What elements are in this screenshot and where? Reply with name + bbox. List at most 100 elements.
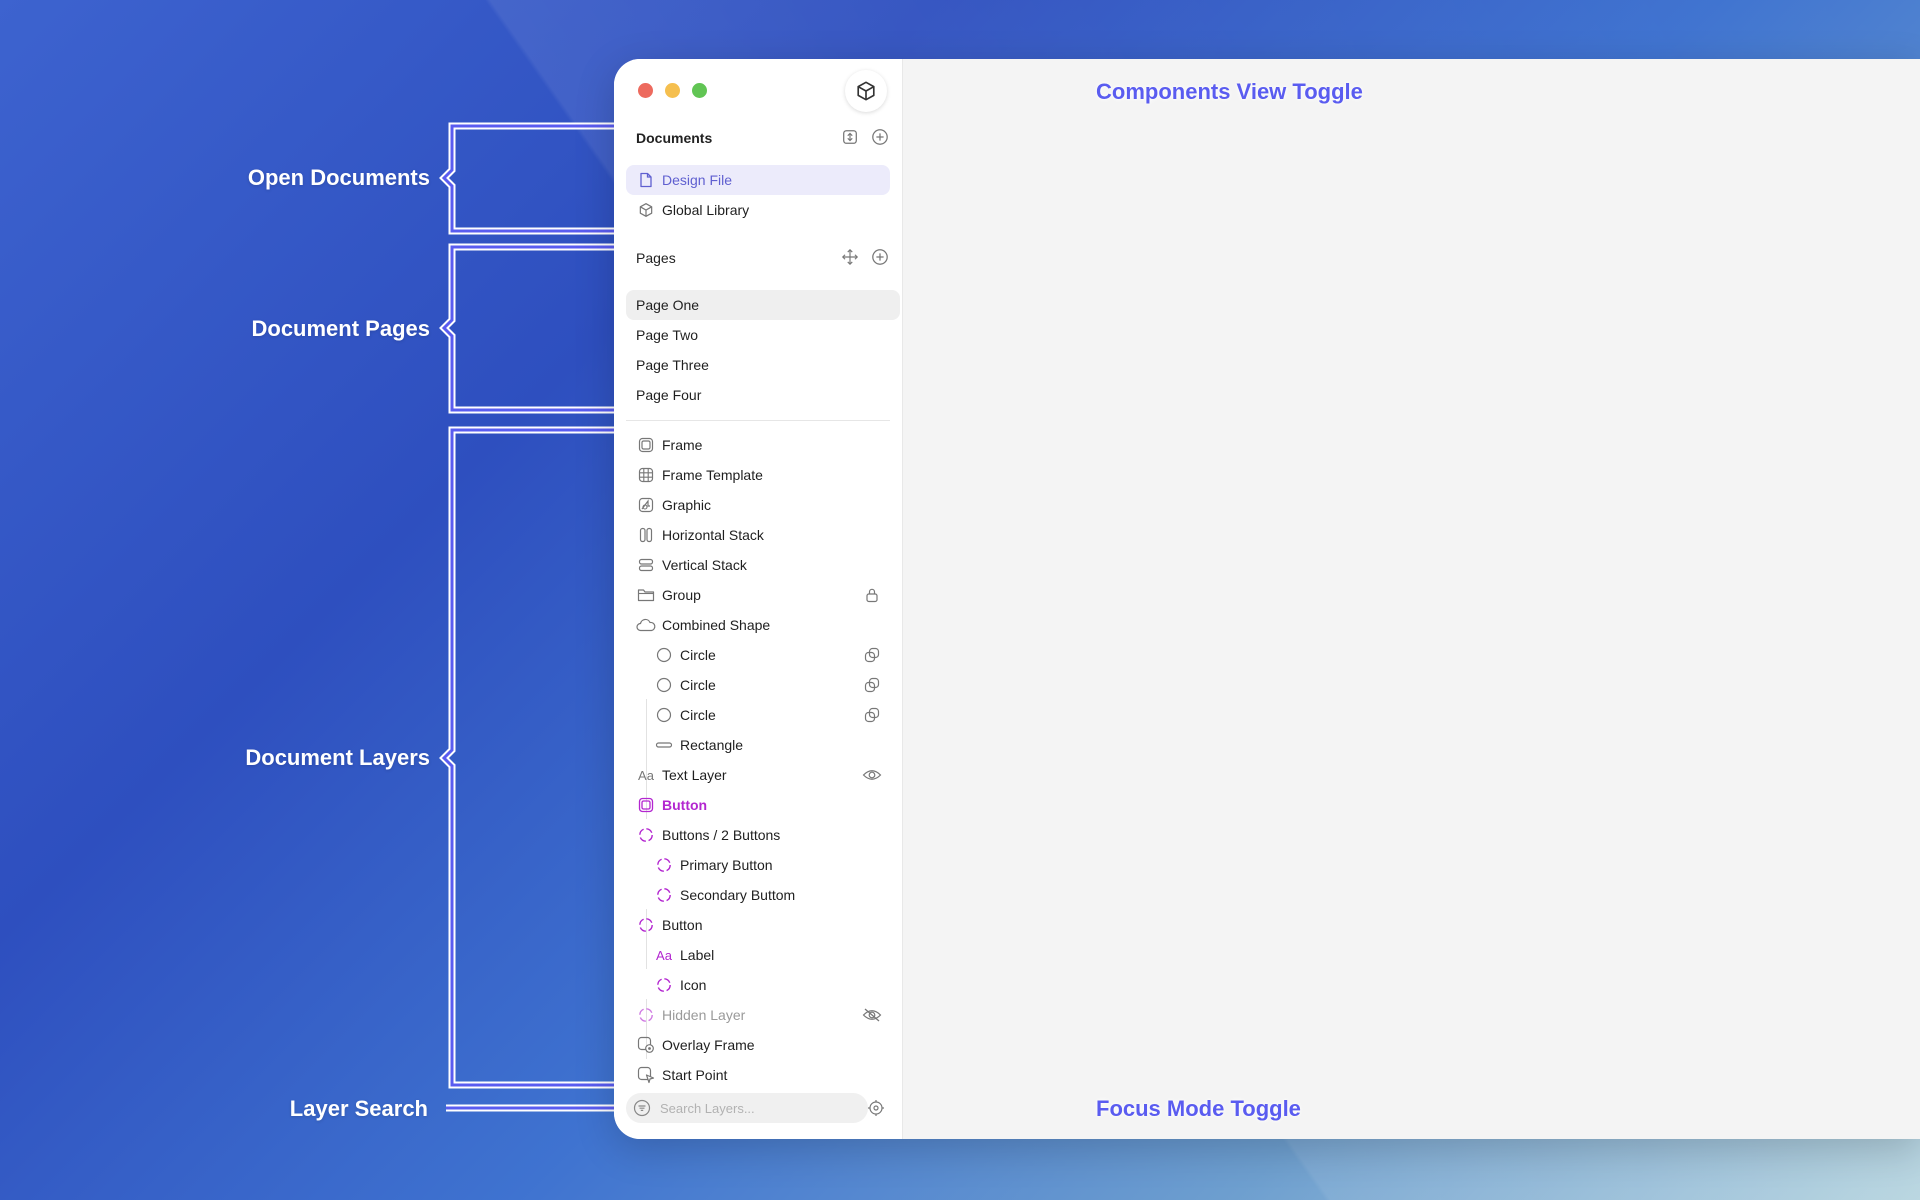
layer-row-group[interactable]: Group (626, 580, 890, 610)
layer-row-start-point[interactable]: Start Point (626, 1060, 890, 1090)
layer-label: Label (680, 947, 715, 963)
layer-label: Rectangle (680, 737, 744, 753)
layer-label: Hidden Layer (662, 1007, 746, 1023)
horizontal-stack-icon (636, 525, 656, 545)
canvas-area[interactable] (903, 59, 1920, 1139)
layer-row-icon[interactable]: Icon (626, 970, 890, 1000)
focus-mode-toggle[interactable] (866, 1098, 886, 1118)
page-item[interactable]: Page Two (626, 320, 900, 350)
overlay-frame-icon (636, 1035, 656, 1055)
layer-row-hidden-layer[interactable]: Hidden Layer (626, 1000, 890, 1030)
component-icon (636, 795, 656, 815)
page-label: Page Four (636, 387, 702, 403)
layer-row-primary-button[interactable]: Primary Button (626, 850, 890, 880)
layer-row-buttons-2-buttons[interactable]: Buttons / 2 Buttons (626, 820, 890, 850)
arrow-layer-search (446, 1098, 631, 1118)
layer-label: Graphic (662, 497, 712, 513)
layer-label: Buttons / 2 Buttons (662, 827, 781, 843)
layer-row-text-layer[interactable]: Aa Text Layer (626, 760, 890, 790)
layer-row-frame-template[interactable]: Frame Template (626, 460, 890, 490)
sort-documents-button[interactable] (840, 127, 860, 147)
lock-icon[interactable] (862, 585, 882, 605)
layer-row-secondary-button[interactable]: Secondary Buttom (626, 880, 890, 910)
document-label: Global Library (662, 202, 750, 218)
components-view-toggle[interactable] (845, 70, 887, 112)
layer-label: Combined Shape (662, 617, 771, 633)
instance-icon (636, 825, 656, 845)
mask-icon[interactable] (862, 675, 882, 695)
annotation-document-layers: Document Layers (245, 745, 430, 770)
layer-row-circle[interactable]: Circle (626, 670, 890, 700)
eye-icon[interactable] (862, 765, 882, 785)
instance-icon (654, 855, 674, 875)
instance-icon (654, 975, 674, 995)
text-icon: Aa (656, 947, 672, 963)
annotation-focus-mode-toggle: Focus Mode Toggle (1096, 1096, 1301, 1121)
move-pages-button[interactable] (840, 247, 860, 267)
sort-icon (843, 130, 857, 144)
graphic-icon (636, 495, 656, 515)
page-item[interactable]: Page Four (626, 380, 900, 410)
close-window-button[interactable] (638, 83, 653, 98)
instance-icon (654, 885, 674, 905)
layer-label: Start Point (662, 1067, 728, 1083)
layer-row-circle[interactable]: Circle (626, 640, 890, 670)
cube-icon (857, 81, 875, 101)
vertical-stack-icon (636, 555, 656, 575)
bracket-open-documents (439, 122, 614, 235)
filter-icon (632, 1098, 652, 1118)
document-item-global-library[interactable]: Global Library (626, 195, 890, 225)
instance-icon (636, 915, 656, 935)
instance-icon (636, 1005, 656, 1025)
layer-label: Icon (680, 977, 707, 993)
layer-row-frame[interactable]: Frame (626, 430, 890, 460)
layer-row-vertical-stack[interactable]: Vertical Stack (626, 550, 890, 580)
annotation-components-view-toggle: Components View Toggle (1096, 79, 1363, 104)
zoom-window-button[interactable] (692, 83, 707, 98)
circle-icon (654, 675, 674, 695)
plus-circle-icon (872, 129, 888, 145)
layer-label: Frame Template (662, 467, 763, 483)
sidebar: Documents Design File Global Library Pag… (614, 59, 903, 1139)
layer-row-circle[interactable]: Circle (626, 700, 890, 730)
document-item-design-file[interactable]: Design File (626, 165, 890, 195)
layer-label: Circle (680, 707, 716, 723)
annotation-document-pages: Document Pages (251, 316, 431, 341)
layer-row-graphic[interactable]: Graphic (626, 490, 890, 520)
cube-icon (636, 200, 656, 220)
add-document-button[interactable] (870, 127, 890, 147)
page-label: Page Two (636, 327, 699, 343)
layer-row-combined-shape[interactable]: Combined Shape (626, 610, 890, 640)
layer-row-overlay-frame[interactable]: Overlay Frame (626, 1030, 890, 1060)
grid-icon (636, 465, 656, 485)
layer-row-label[interactable]: Aa Label (626, 940, 890, 970)
minimize-window-button[interactable] (665, 83, 680, 98)
layer-label: Circle (680, 677, 716, 693)
page-item[interactable]: Page One (626, 290, 900, 320)
layer-label: Secondary Buttom (680, 887, 796, 903)
bracket-document-pages (439, 243, 614, 414)
text-icon: Aa (638, 767, 654, 783)
layer-row-horizontal-stack[interactable]: Horizontal Stack (626, 520, 890, 550)
layer-search-field[interactable] (626, 1093, 868, 1123)
search-input[interactable] (658, 1099, 852, 1117)
layer-row-button-component[interactable]: Button (626, 790, 890, 820)
circle-icon (654, 645, 674, 665)
documents-title: Documents (636, 130, 713, 146)
add-page-button[interactable] (870, 247, 890, 267)
layer-row-rectangle[interactable]: Rectangle (626, 730, 890, 760)
layer-label: Button (662, 797, 708, 813)
layer-label: Horizontal Stack (662, 527, 764, 543)
layer-row-button-instance[interactable]: Button (626, 910, 890, 940)
mask-icon[interactable] (862, 645, 882, 665)
divider (626, 420, 890, 421)
page-item[interactable]: Page Three (626, 350, 900, 380)
layer-label: Primary Button (680, 857, 773, 873)
frame-icon (636, 435, 656, 455)
eye-off-icon[interactable] (862, 1005, 882, 1025)
plus-circle-icon (872, 249, 888, 265)
cloud-icon (636, 615, 656, 635)
target-icon (868, 1100, 884, 1116)
layer-label: Group (662, 587, 701, 603)
mask-icon[interactable] (862, 705, 882, 725)
